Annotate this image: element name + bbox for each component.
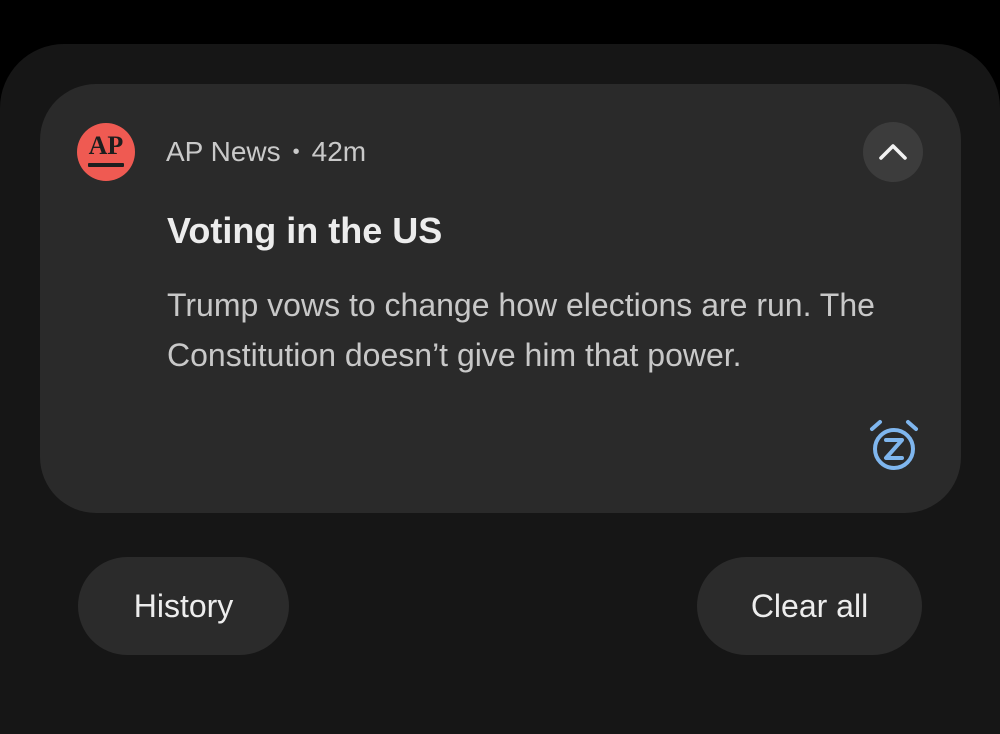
- app-icon-underline: [88, 163, 124, 167]
- history-button[interactable]: History: [78, 557, 289, 655]
- snooze-button[interactable]: [866, 418, 922, 474]
- notification-time: 42m: [311, 136, 367, 167]
- app-icon-text: AP: [88, 131, 124, 160]
- app-name: AP News: [166, 136, 281, 167]
- notification-card[interactable]: AP AP News • 42m Voting in the US Trump …: [40, 84, 961, 513]
- clear-all-button[interactable]: Clear all: [697, 557, 922, 655]
- notification-header: AP News • 42m: [166, 134, 366, 170]
- snooze-alarm-icon: [870, 420, 918, 470]
- chevron-up-icon: [879, 144, 907, 160]
- notification-title: Voting in the US: [167, 210, 443, 251]
- notification-body: Trump vows to change how elections are r…: [167, 287, 875, 373]
- header-separator: •: [292, 140, 300, 163]
- ap-news-logo-icon: AP: [77, 123, 135, 181]
- collapse-button[interactable]: [863, 122, 923, 182]
